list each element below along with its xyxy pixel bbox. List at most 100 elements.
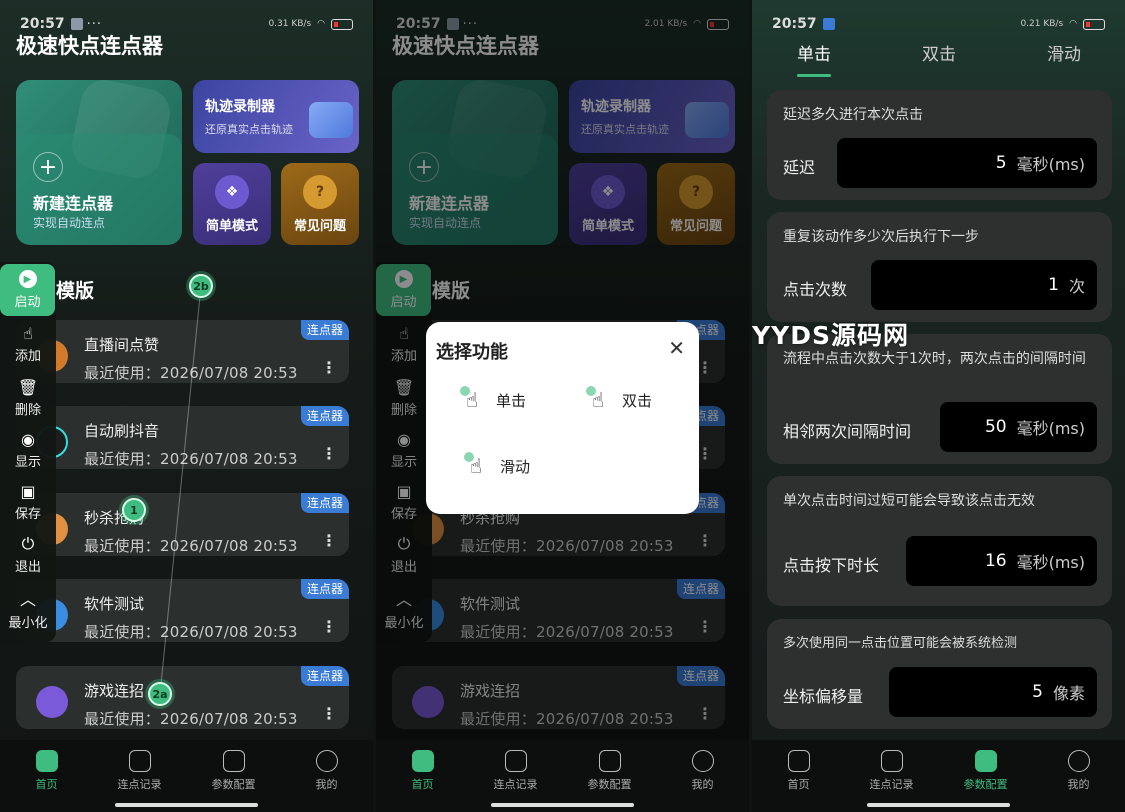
save-button[interactable]: ▣ 保存 — [0, 482, 56, 522]
smiley-icon — [315, 750, 338, 772]
phone-home: 20:57 ··· 0.31 KB/s ◠ 极速快点连点器 新建连点器 实现自动… — [0, 0, 373, 812]
net-speed: 0.31 KB/s — [268, 19, 312, 29]
template-card[interactable]: 连点器 直播间点赞 最近使用：2026/07/08 20:53 ⋮ — [16, 320, 349, 383]
faq-card[interactable]: ? 常见问题 — [281, 163, 359, 245]
phone-params: 20:57 0.21 KB/s ◠ 单击 双击 滑动 延迟多久进行本次点击 延迟… — [752, 0, 1125, 812]
param-unit: 毫秒(ms) — [1016, 553, 1085, 572]
show-button[interactable]: ◉ 显示 — [0, 430, 56, 470]
history-icon — [504, 750, 527, 772]
option-single-click[interactable]: ☝ 单击 — [458, 386, 526, 414]
template-card[interactable]: 连点器 秒杀抢购 最近使用：2026/07/08 20:53 ⋮ — [16, 493, 349, 556]
interval-input[interactable]: 50 毫秒(ms) — [940, 402, 1097, 452]
delay-input[interactable]: 5 毫秒(ms) — [837, 138, 1097, 188]
gamepad-avatar-icon — [36, 686, 68, 718]
param-desc: 多次使用同一点击位置可能会被系统检测 — [783, 636, 1018, 651]
tab-config[interactable]: 参数配置 — [563, 750, 656, 792]
watermark: YYDS源码网 — [752, 321, 909, 350]
click-marker[interactable]: 1 — [122, 498, 146, 522]
tab-mine[interactable]: 我的 — [280, 750, 373, 792]
more-vertical-icon[interactable]: ⋮ — [321, 531, 337, 550]
tab-config[interactable]: 参数配置 — [187, 750, 280, 792]
simple-mode-label: 简单模式 — [205, 219, 258, 234]
close-icon[interactable]: ✕ — [668, 336, 685, 360]
status-right: 0.21 KB/s ◠ — [1020, 18, 1105, 30]
play-icon: ▶ — [18, 270, 37, 288]
tab-config[interactable]: 参数配置 — [939, 750, 1032, 792]
more-vertical-icon[interactable]: ⋮ — [321, 444, 337, 463]
tab-records[interactable]: 连点记录 — [93, 750, 186, 792]
bottom-nav: 首页 连点记录 参数配置 我的 — [376, 740, 749, 812]
wifi-icon: ◠ — [1069, 19, 1077, 29]
gear-icon — [598, 750, 621, 772]
simple-mode-card[interactable]: ❖ 简单模式 — [193, 163, 271, 245]
gesture-handle — [115, 803, 258, 807]
param-value: 50 — [984, 417, 1007, 437]
app-notification-icon — [822, 18, 835, 30]
press-duration-input[interactable]: 16 毫秒(ms) — [906, 536, 1097, 586]
chevron-up-icon: ︿ — [19, 590, 36, 609]
param-repeat: 重复该动作多少次后执行下一步 点击次数 1 次 — [767, 212, 1112, 322]
template-card[interactable]: 连点器 自动刷抖音 最近使用：2026/07/08 20:53 ⋮ — [16, 406, 349, 469]
add-label: 添加 — [14, 349, 41, 364]
param-delay: 延迟多久进行本次点击 延迟 5 毫秒(ms) — [767, 90, 1112, 200]
template-card[interactable]: 连点器 游戏连招 最近使用：2026/07/08 20:53 ⋮ — [16, 666, 349, 729]
more-vertical-icon[interactable]: ⋮ — [321, 617, 337, 636]
delete-label: 删除 — [14, 403, 41, 418]
delete-button[interactable]: 🗑 删除 — [0, 378, 56, 418]
more-vertical-icon[interactable]: ⋮ — [321, 704, 337, 723]
screenshot-collage: 20:57 ··· 0.31 KB/s ◠ 极速快点连点器 新建连点器 实现自动… — [0, 0, 1125, 812]
template-last-used: 最近使用：2026/07/08 20:53 — [84, 450, 298, 468]
add-button[interactable]: ☝ 添加 — [0, 324, 56, 364]
tab-records[interactable]: 连点记录 — [469, 750, 562, 792]
param-label: 点击次数 — [783, 280, 848, 299]
double-tap-hand-icon: ☝ — [584, 386, 612, 414]
option-swipe[interactable]: ☝ 滑动 — [462, 452, 530, 480]
trash-icon: 🗑 — [17, 378, 39, 397]
save-icon: ▣ — [20, 482, 36, 501]
template-tag: 连点器 — [300, 666, 349, 686]
template-tag: 连点器 — [300, 320, 349, 340]
param-desc: 延迟多久进行本次点击 — [783, 107, 923, 123]
more-vertical-icon[interactable]: ⋮ — [321, 358, 337, 377]
tab-double[interactable]: 双击 — [922, 40, 956, 65]
track-recorder-card[interactable]: 轨迹录制器 还原真实点击轨迹 — [193, 80, 359, 153]
eye-off-icon: ◉ — [21, 430, 35, 449]
tab-swipe[interactable]: 滑动 — [1047, 40, 1081, 65]
tab-records[interactable]: 连点记录 — [845, 750, 938, 792]
exit-button[interactable]: ⏻ 退出 — [0, 534, 56, 575]
swipe-hand-icon: ☝ — [462, 452, 490, 480]
param-desc: 单次点击时间过短可能会导致该点击无效 — [783, 493, 1035, 509]
tab-home[interactable]: 首页 — [0, 750, 93, 792]
param-desc: 流程中点击次数大于1次时，两次点击的间隔时间 — [783, 351, 1086, 367]
option-double-click[interactable]: ☝ 双击 — [584, 386, 652, 414]
tab-home[interactable]: 首页 — [376, 750, 469, 792]
param-label: 相邻两次间隔时间 — [783, 422, 912, 441]
phone-dialog: 20:57 ··· 2.01 KB/s ◠ 极速快点连点器 新建连点器 实现自动… — [376, 0, 749, 812]
tab-home[interactable]: 首页 — [752, 750, 845, 792]
repeat-count-input[interactable]: 1 次 — [871, 260, 1097, 310]
offset-input[interactable]: 5 像素 — [889, 667, 1097, 717]
param-unit: 次 — [1068, 277, 1085, 296]
swipe-start-marker[interactable]: 2b — [189, 274, 213, 298]
tab-mine[interactable]: 我的 — [1032, 750, 1125, 792]
param-value: 16 — [984, 551, 1007, 571]
tab-mine-label: 我的 — [1067, 778, 1090, 791]
new-card-subtitle: 实现自动连点 — [33, 216, 106, 230]
new-card-title: 新建连点器 — [33, 194, 114, 213]
show-label: 显示 — [14, 455, 41, 470]
battery-icon — [331, 18, 353, 30]
faq-label: 常见问题 — [293, 219, 346, 234]
minimize-button[interactable]: ︿ 最小化 — [0, 586, 56, 631]
template-name: 自动刷抖音 — [84, 422, 160, 440]
param-label: 点击按下时长 — [783, 556, 880, 575]
param-unit: 像素 — [1052, 684, 1085, 703]
status-time: 20:57 — [772, 16, 817, 32]
gesture-handle — [491, 803, 634, 807]
tab-single[interactable]: 单击 — [797, 40, 831, 65]
tab-mine[interactable]: 我的 — [656, 750, 749, 792]
start-button[interactable]: ▶ 启动 — [0, 264, 55, 316]
floating-control-panel: ▶ 启动 ☝ 添加 🗑 删除 ◉ 显示 ▣ 保存 ⏻ 退出 ︿ 最小化 — [0, 262, 56, 642]
swipe-end-marker[interactable]: 2a — [148, 682, 172, 706]
template-card[interactable]: 连点器 软件测试 最近使用：2026/07/08 20:53 ⋮ — [16, 579, 349, 642]
app-notification-icon — [70, 18, 83, 30]
